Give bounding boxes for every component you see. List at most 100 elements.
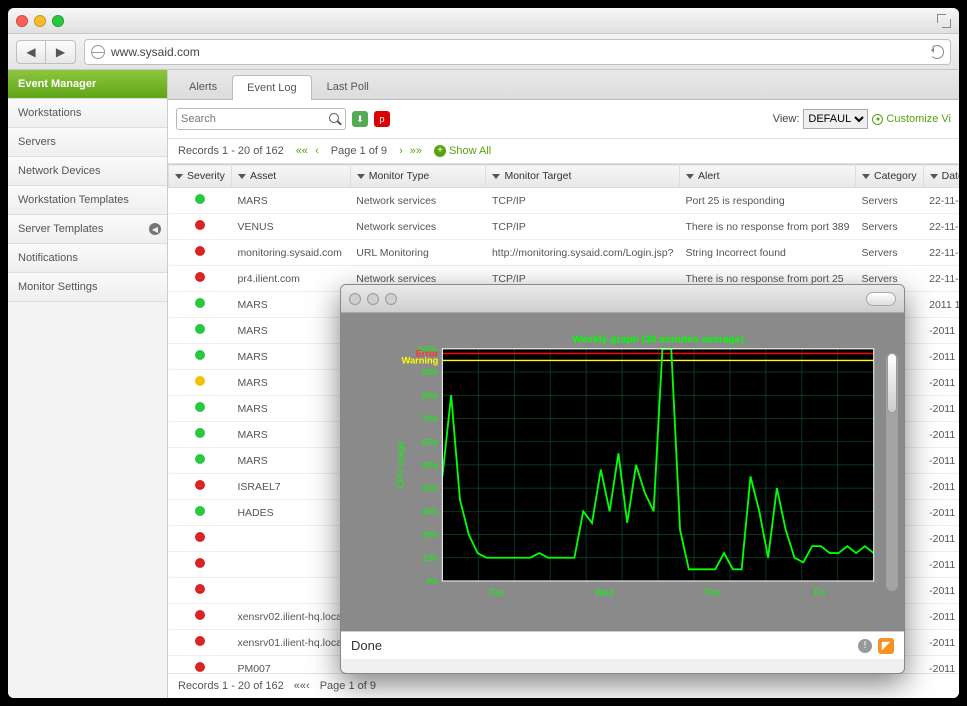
sidebar-item[interactable]: Notifications [8,244,167,273]
back-button[interactable]: ◀ [16,40,46,64]
fullscreen-icon[interactable] [937,14,951,28]
severity-dot [195,532,205,542]
severity-dot [195,584,205,594]
zoom-icon[interactable] [52,15,64,27]
chart-area: Weekly graph (30 minutes average)0%10%20… [341,313,904,631]
minimize-icon[interactable] [34,15,46,27]
svg-text:90%: 90% [422,368,438,377]
next-page[interactable]: › [397,145,405,157]
gear-icon [872,114,883,125]
export-icon[interactable]: ⬇ [352,111,368,127]
pdf-icon[interactable]: p [374,111,390,127]
titlebar [8,8,959,34]
view-selector: View: DEFAUL Customize Vi [773,109,951,129]
severity-dot [195,480,205,490]
browser-toolbar: ◀ ▶ www.sysaid.com [8,34,959,70]
severity-dot [195,454,205,464]
first-page[interactable]: «« [294,145,310,157]
page-label: Page 1 of 9 [331,145,387,157]
svg-text:10%: 10% [422,554,438,563]
scrollbar-thumb[interactable] [887,353,897,413]
severity-dot [195,428,205,438]
url-text: www.sysaid.com [111,45,200,59]
window-controls [16,15,64,27]
sidebar-item[interactable]: Workstation Templates [8,186,167,215]
control-bar: ⬇ p View: DEFAUL Customize Vi [168,100,959,139]
view-select[interactable]: DEFAUL [803,109,868,129]
popup-zoom-icon[interactable] [385,293,397,305]
svg-text:Thu: Thu [704,587,720,597]
severity-dot [195,506,205,516]
pager-row-bottom: Records 1 - 20 of 162 ««‹ Page 1 of 9 [168,673,959,698]
column-header[interactable]: Monitor Target [486,165,680,188]
search-box[interactable] [176,108,346,130]
customize-view-link[interactable]: Customize Vi [872,113,951,125]
tab[interactable]: Last Poll [312,74,384,99]
popup-close-icon[interactable] [349,293,361,305]
sidebar-item[interactable]: Network Devices [8,157,167,186]
table-row[interactable]: monitoring.sysaid.comURL Monitoringhttp:… [169,240,960,266]
last-page[interactable]: »» [408,145,424,157]
severity-dot [195,298,205,308]
sidebar-item[interactable]: Servers [8,128,167,157]
severity-dot [195,558,205,568]
svg-text:CPU usage: CPU usage [395,441,405,488]
popup-status-bar: Done ! ◤ [341,631,904,659]
search-icon[interactable] [329,113,341,125]
sidebar-item[interactable]: Workstations [8,99,167,128]
table-row[interactable]: MARSNetwork servicesTCP/IPPort 25 is res… [169,188,960,214]
column-header[interactable]: Monitor Type [350,165,486,188]
severity-dot [195,610,205,620]
table-row[interactable]: VENUSNetwork servicesTCP/IPThere is no r… [169,214,960,240]
pager-arrows: «« ‹ [294,145,321,157]
sidebar: Event ManagerWorkstationsServersNetwork … [8,70,168,698]
column-header[interactable]: Date / Time [923,165,959,188]
svg-text:70%: 70% [422,415,438,424]
collapse-icon[interactable]: ◀ [149,223,161,235]
tab[interactable]: Event Log [232,75,312,100]
search-input[interactable] [181,113,329,125]
warning-icon[interactable]: ! [858,639,872,653]
popup-titlebar [341,285,904,313]
severity-dot [195,376,205,386]
column-header[interactable]: Severity [169,165,232,188]
cpu-chart: Weekly graph (30 minutes average)0%10%20… [391,327,884,611]
status-text: Done [351,638,382,653]
sidebar-item[interactable]: Server Templates◀ [8,215,167,244]
svg-text:60%: 60% [422,438,438,447]
svg-text:Wed: Wed [595,587,614,597]
globe-icon [91,45,105,59]
records-label: Records 1 - 20 of 162 [178,145,284,157]
prev-page[interactable]: ‹ [313,145,321,157]
severity-dot [195,220,205,230]
severity-dot [195,350,205,360]
sidebar-item[interactable]: Event Manager [8,70,167,99]
svg-text:80%: 80% [422,391,438,400]
severity-dot [195,324,205,334]
severity-dot [195,246,205,256]
url-bar[interactable]: www.sysaid.com [84,39,951,65]
column-header[interactable]: Asset [231,165,350,188]
column-header[interactable]: Alert [679,165,855,188]
svg-text:30%: 30% [422,507,438,516]
tab-bar: AlertsEvent LogLast Poll [168,70,959,100]
chart-popup: Weekly graph (30 minutes average)0%10%20… [340,284,905,674]
tab[interactable]: Alerts [174,74,232,99]
rss-icon[interactable]: ◤ [878,638,894,654]
close-icon[interactable] [16,15,28,27]
forward-button[interactable]: ▶ [46,40,76,64]
reload-icon[interactable] [930,45,944,59]
svg-text:Weekly graph (30 minutes avera: Weekly graph (30 minutes average) [572,335,744,346]
scrollbar[interactable] [886,353,898,591]
show-all-link[interactable]: + Show All [434,145,491,157]
view-label: View: [773,113,800,125]
header-row: SeverityAssetMonitor TypeMonitor TargetA… [169,165,960,188]
svg-text:50%: 50% [422,461,438,470]
column-header[interactable]: Category [856,165,924,188]
popup-min-icon[interactable] [367,293,379,305]
sidebar-item[interactable]: Monitor Settings [8,273,167,302]
toolbar-pill[interactable] [866,292,896,306]
severity-dot [195,272,205,282]
svg-text:20%: 20% [422,531,438,540]
pager-row-top: Records 1 - 20 of 162 «« ‹ Page 1 of 9 ›… [168,139,959,164]
